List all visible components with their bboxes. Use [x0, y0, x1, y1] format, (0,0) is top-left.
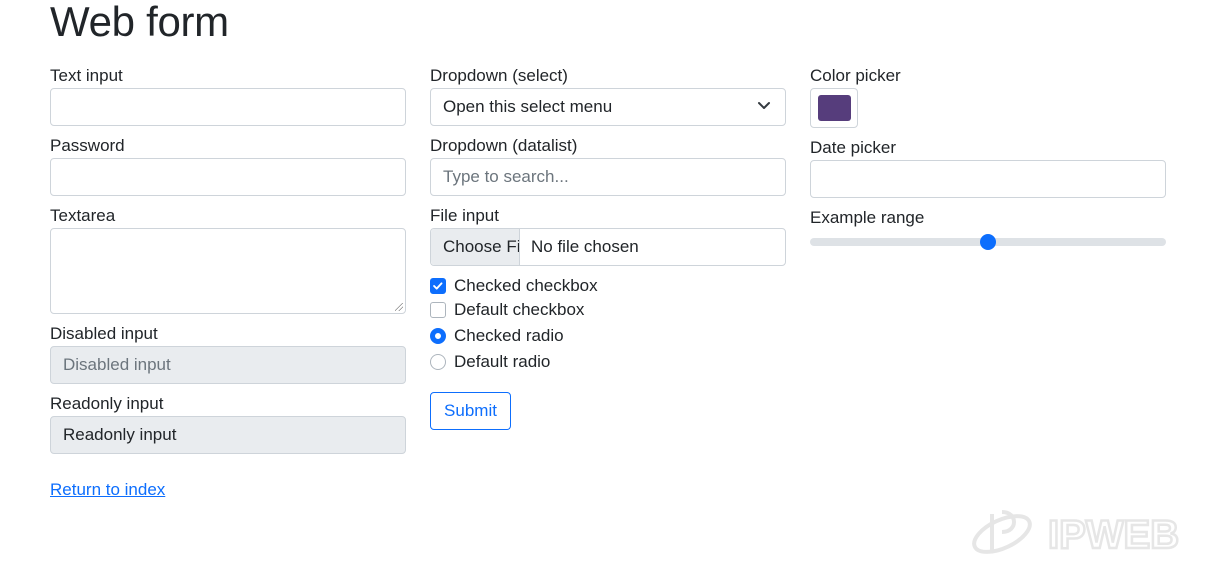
file-status: No file chosen: [531, 237, 639, 256]
checkbox-checked[interactable]: [430, 278, 446, 294]
color-swatch: [818, 95, 851, 121]
readonly-input-label: Readonly input: [50, 394, 164, 413]
password-label: Password: [50, 136, 125, 155]
return-to-index-link[interactable]: Return to index: [50, 480, 165, 500]
checked-checkbox-label: Checked checkbox: [454, 276, 598, 295]
radio-default[interactable]: [430, 354, 446, 370]
disabled-input-label: Disabled input: [50, 324, 158, 343]
check-icon: [433, 282, 443, 290]
datalist-placeholder: Type to search...: [443, 167, 569, 186]
datalist-input[interactable]: Type to search...: [430, 158, 786, 196]
choose-file-button[interactable]: Choose File: [431, 229, 520, 265]
readonly-input[interactable]: Readonly input: [50, 416, 406, 454]
chevron-down-icon: [758, 102, 770, 109]
range-label: Example range: [810, 208, 925, 227]
checked-checkbox-row[interactable]: Checked checkbox: [430, 275, 598, 297]
submit-button[interactable]: Submit: [430, 392, 511, 430]
select-value: Open this select menu: [443, 97, 613, 116]
default-radio-row[interactable]: Default radio: [430, 351, 550, 373]
text-input-label: Text input: [50, 66, 123, 85]
default-checkbox-label: Default checkbox: [454, 300, 585, 319]
default-checkbox-row[interactable]: Default checkbox: [430, 299, 584, 321]
date-picker-label: Date picker: [810, 138, 896, 157]
default-radio-label: Default radio: [454, 352, 551, 371]
file-input[interactable]: Choose File No file chosen: [430, 228, 786, 266]
checked-radio-label: Checked radio: [454, 326, 564, 345]
checked-radio-row[interactable]: Checked radio: [430, 325, 564, 347]
radio-checked[interactable]: [430, 328, 446, 344]
datalist-label: Dropdown (datalist): [430, 136, 578, 155]
textarea-label: Textarea: [50, 206, 116, 225]
text-input[interactable]: [50, 88, 406, 126]
checkbox-default[interactable]: [430, 302, 446, 318]
watermark-text: IPWEB: [1048, 513, 1179, 557]
disabled-input: Disabled input: [50, 346, 406, 384]
page: Web form Text input Password Textarea Di…: [0, 0, 1221, 575]
range-thumb[interactable]: [980, 234, 996, 250]
select-dropdown[interactable]: Open this select menu: [430, 88, 786, 126]
page-title: Web form: [50, 0, 229, 45]
password-input[interactable]: [50, 158, 406, 196]
file-input-label: File input: [430, 206, 499, 225]
select-label: Dropdown (select): [430, 66, 568, 85]
textarea-input[interactable]: [50, 228, 406, 314]
date-picker-input[interactable]: [810, 160, 1166, 198]
resize-grip-icon[interactable]: [395, 303, 403, 311]
color-picker[interactable]: [810, 88, 858, 128]
color-picker-label: Color picker: [810, 66, 901, 85]
ipweb-watermark-logo: IPWEB: [972, 510, 1180, 558]
